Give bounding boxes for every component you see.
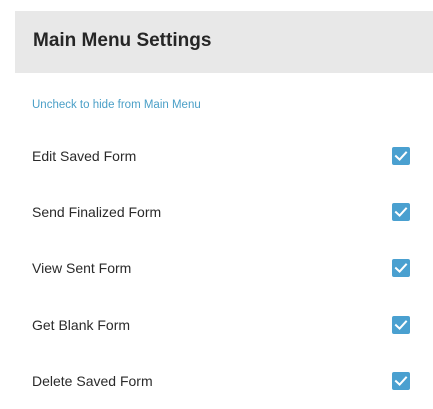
top-strip xyxy=(0,0,433,11)
page-title: Main Menu Settings xyxy=(33,30,212,51)
menu-item-label: Delete Saved Form xyxy=(32,373,153,389)
menu-item-get-blank-form[interactable]: Get Blank Form xyxy=(15,297,433,353)
menu-item-send-finalized-form[interactable]: Send Finalized Form xyxy=(15,184,433,240)
check-icon xyxy=(394,151,408,162)
view-sent-form-checkbox[interactable] xyxy=(392,259,410,277)
menu-item-label: Get Blank Form xyxy=(32,317,131,333)
get-blank-form-checkbox[interactable] xyxy=(392,316,410,334)
app-bar: Main Menu Settings xyxy=(15,11,433,73)
edit-saved-form-checkbox[interactable] xyxy=(392,147,410,165)
check-icon xyxy=(394,207,408,218)
delete-saved-form-checkbox[interactable] xyxy=(392,372,410,390)
menu-item-edit-saved-form[interactable]: Edit Saved Form xyxy=(15,128,433,184)
menu-item-label: Send Finalized Form xyxy=(32,204,162,220)
check-icon xyxy=(394,320,408,331)
menu-item-label: Edit Saved Form xyxy=(32,148,137,164)
check-icon xyxy=(394,263,408,274)
section-label: Uncheck to hide from Main Menu xyxy=(32,99,201,111)
check-icon xyxy=(394,376,408,387)
menu-item-delete-saved-form[interactable]: Delete Saved Form xyxy=(15,353,433,409)
menu-item-label: View Sent Form xyxy=(32,260,132,276)
menu-item-view-sent-form[interactable]: View Sent Form xyxy=(15,240,433,296)
send-finalized-form-checkbox[interactable] xyxy=(392,203,410,221)
